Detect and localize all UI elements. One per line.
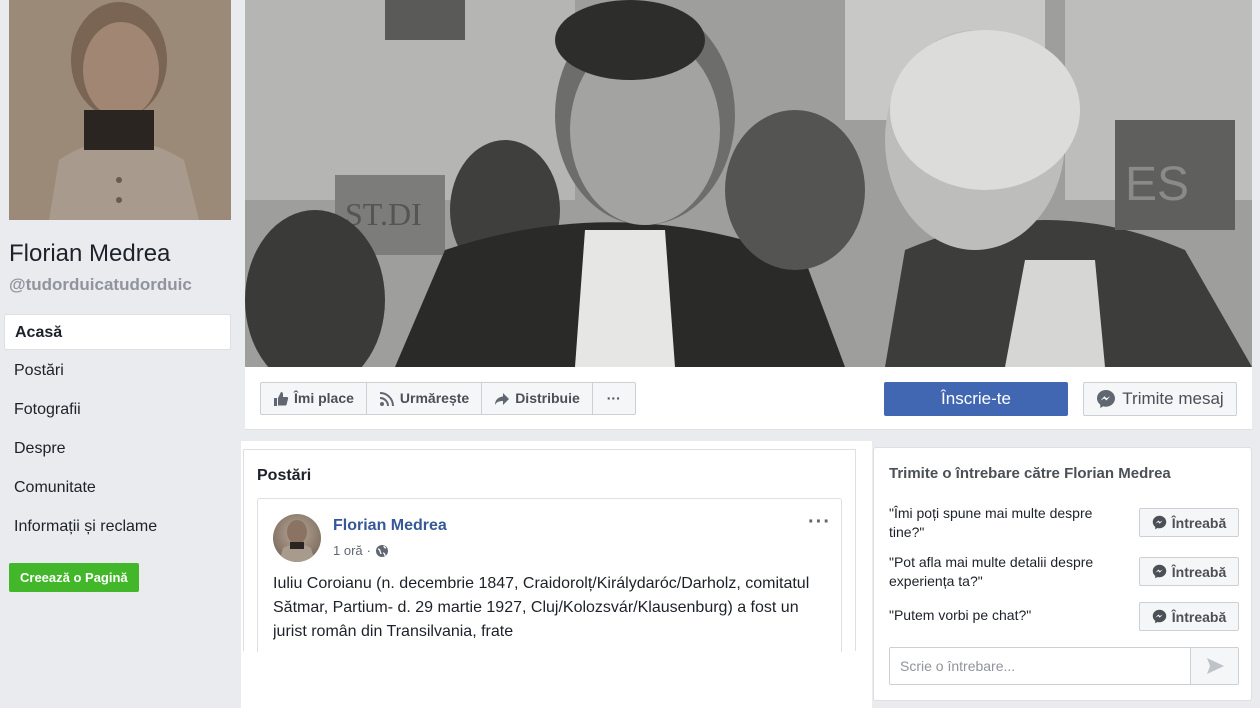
profile-photo[interactable]	[9, 0, 231, 220]
follow-button[interactable]: Urmărește	[367, 383, 483, 414]
ask-question-row: "Putem vorbi pe chat?" Întreabă	[889, 602, 1239, 642]
post-options-button[interactable]: ···	[808, 511, 831, 534]
sidebar-nav: Acasă Postări Fotografii Despre Comunita…	[4, 314, 231, 548]
messenger-icon	[1097, 390, 1116, 408]
ask-question-text: "Pot afla mai multe detalii despre exper…	[889, 554, 1094, 589]
ask-question-text: "Îmi poți spune mai multe despre tine?"	[889, 505, 1093, 540]
sidebar-item-informatii[interactable]: Informații și reclame	[4, 509, 231, 545]
ask-button[interactable]: Întreabă	[1139, 508, 1239, 537]
thumbs-up-icon	[274, 391, 289, 406]
action-bar: Îmi place Urmărește Distribuie ··· Înscr…	[245, 367, 1252, 430]
ask-button[interactable]: Întreabă	[1139, 602, 1239, 631]
ask-question-text: "Putem vorbi pe chat?"	[889, 607, 1032, 623]
sidebar-item-fotografii[interactable]: Fotografii	[4, 392, 231, 428]
posts-title: Postări	[257, 467, 312, 484]
ask-input-box	[889, 647, 1239, 685]
cover-letters: ES	[1125, 158, 1189, 211]
like-label: Îmi place	[294, 390, 354, 406]
send-message-label: Trimite mesaj	[1122, 389, 1224, 408]
page-action-group: Îmi place Urmărește Distribuie ···	[260, 382, 636, 415]
cover-sign: ST.DI	[345, 196, 422, 232]
share-button[interactable]: Distribuie	[482, 383, 593, 414]
cover-photo[interactable]: ST.DI ES	[245, 0, 1252, 367]
ask-question-row: "Îmi poți spune mai multe despre tine?" …	[889, 504, 1239, 544]
messenger-icon	[1152, 564, 1167, 579]
feed-overlay	[245, 652, 871, 708]
rss-icon	[379, 391, 394, 406]
ask-card-title: Trimite o întrebare către Florian Medrea	[889, 465, 1171, 482]
post-text: Iuliu Coroianu (n. decembrie 1847, Craid…	[273, 575, 810, 640]
sidebar-item-despre[interactable]: Despre	[4, 431, 231, 467]
ask-question-row: "Pot afla mai multe detalii despre exper…	[889, 553, 1239, 593]
post-meta: 1 oră ·	[333, 543, 389, 558]
share-arrow-icon	[495, 392, 510, 405]
page-name: Florian Medrea	[9, 240, 171, 267]
messenger-icon	[1152, 609, 1167, 624]
more-actions-label: ···	[606, 390, 621, 406]
ask-button-label: Întreabă	[1171, 563, 1227, 580]
ask-send-button[interactable]	[1190, 648, 1238, 684]
like-button[interactable]: Îmi place	[261, 383, 367, 414]
ask-button-label: Întreabă	[1171, 514, 1227, 531]
post-author-avatar[interactable]	[273, 514, 321, 562]
more-actions-button[interactable]: ···	[593, 383, 635, 414]
post-author-name[interactable]: Florian Medrea	[333, 517, 447, 535]
create-page-button[interactable]: Creează o Pagină	[9, 563, 139, 592]
sidebar-item-comunitate[interactable]: Comunitate	[4, 470, 231, 506]
join-button[interactable]: Înscrie-te	[884, 382, 1068, 416]
page-handle: @tudorduicatudorduic	[9, 275, 192, 294]
globe-icon[interactable]	[375, 544, 389, 558]
meta-separator: ·	[366, 543, 371, 558]
ask-question-input[interactable]	[890, 648, 1190, 684]
sidebar-item-acasa[interactable]: Acasă	[4, 314, 231, 350]
posts-card: Postări Florian Medrea 1 oră · ··· Iuliu…	[243, 449, 856, 652]
messenger-icon	[1152, 515, 1167, 530]
send-icon	[1206, 658, 1224, 674]
ask-button-label: Întreabă	[1171, 608, 1227, 625]
follow-label: Urmărește	[399, 390, 470, 406]
share-label: Distribuie	[515, 390, 580, 406]
ask-button[interactable]: Întreabă	[1139, 557, 1239, 586]
sidebar-item-postari[interactable]: Postări	[4, 353, 231, 389]
ask-question-card: Trimite o întrebare către Florian Medrea…	[873, 447, 1252, 701]
send-message-button[interactable]: Trimite mesaj	[1083, 382, 1237, 416]
post-time[interactable]: 1 oră	[333, 543, 363, 558]
post-item: Florian Medrea 1 oră · ··· Iuliu Coroian…	[257, 498, 842, 652]
